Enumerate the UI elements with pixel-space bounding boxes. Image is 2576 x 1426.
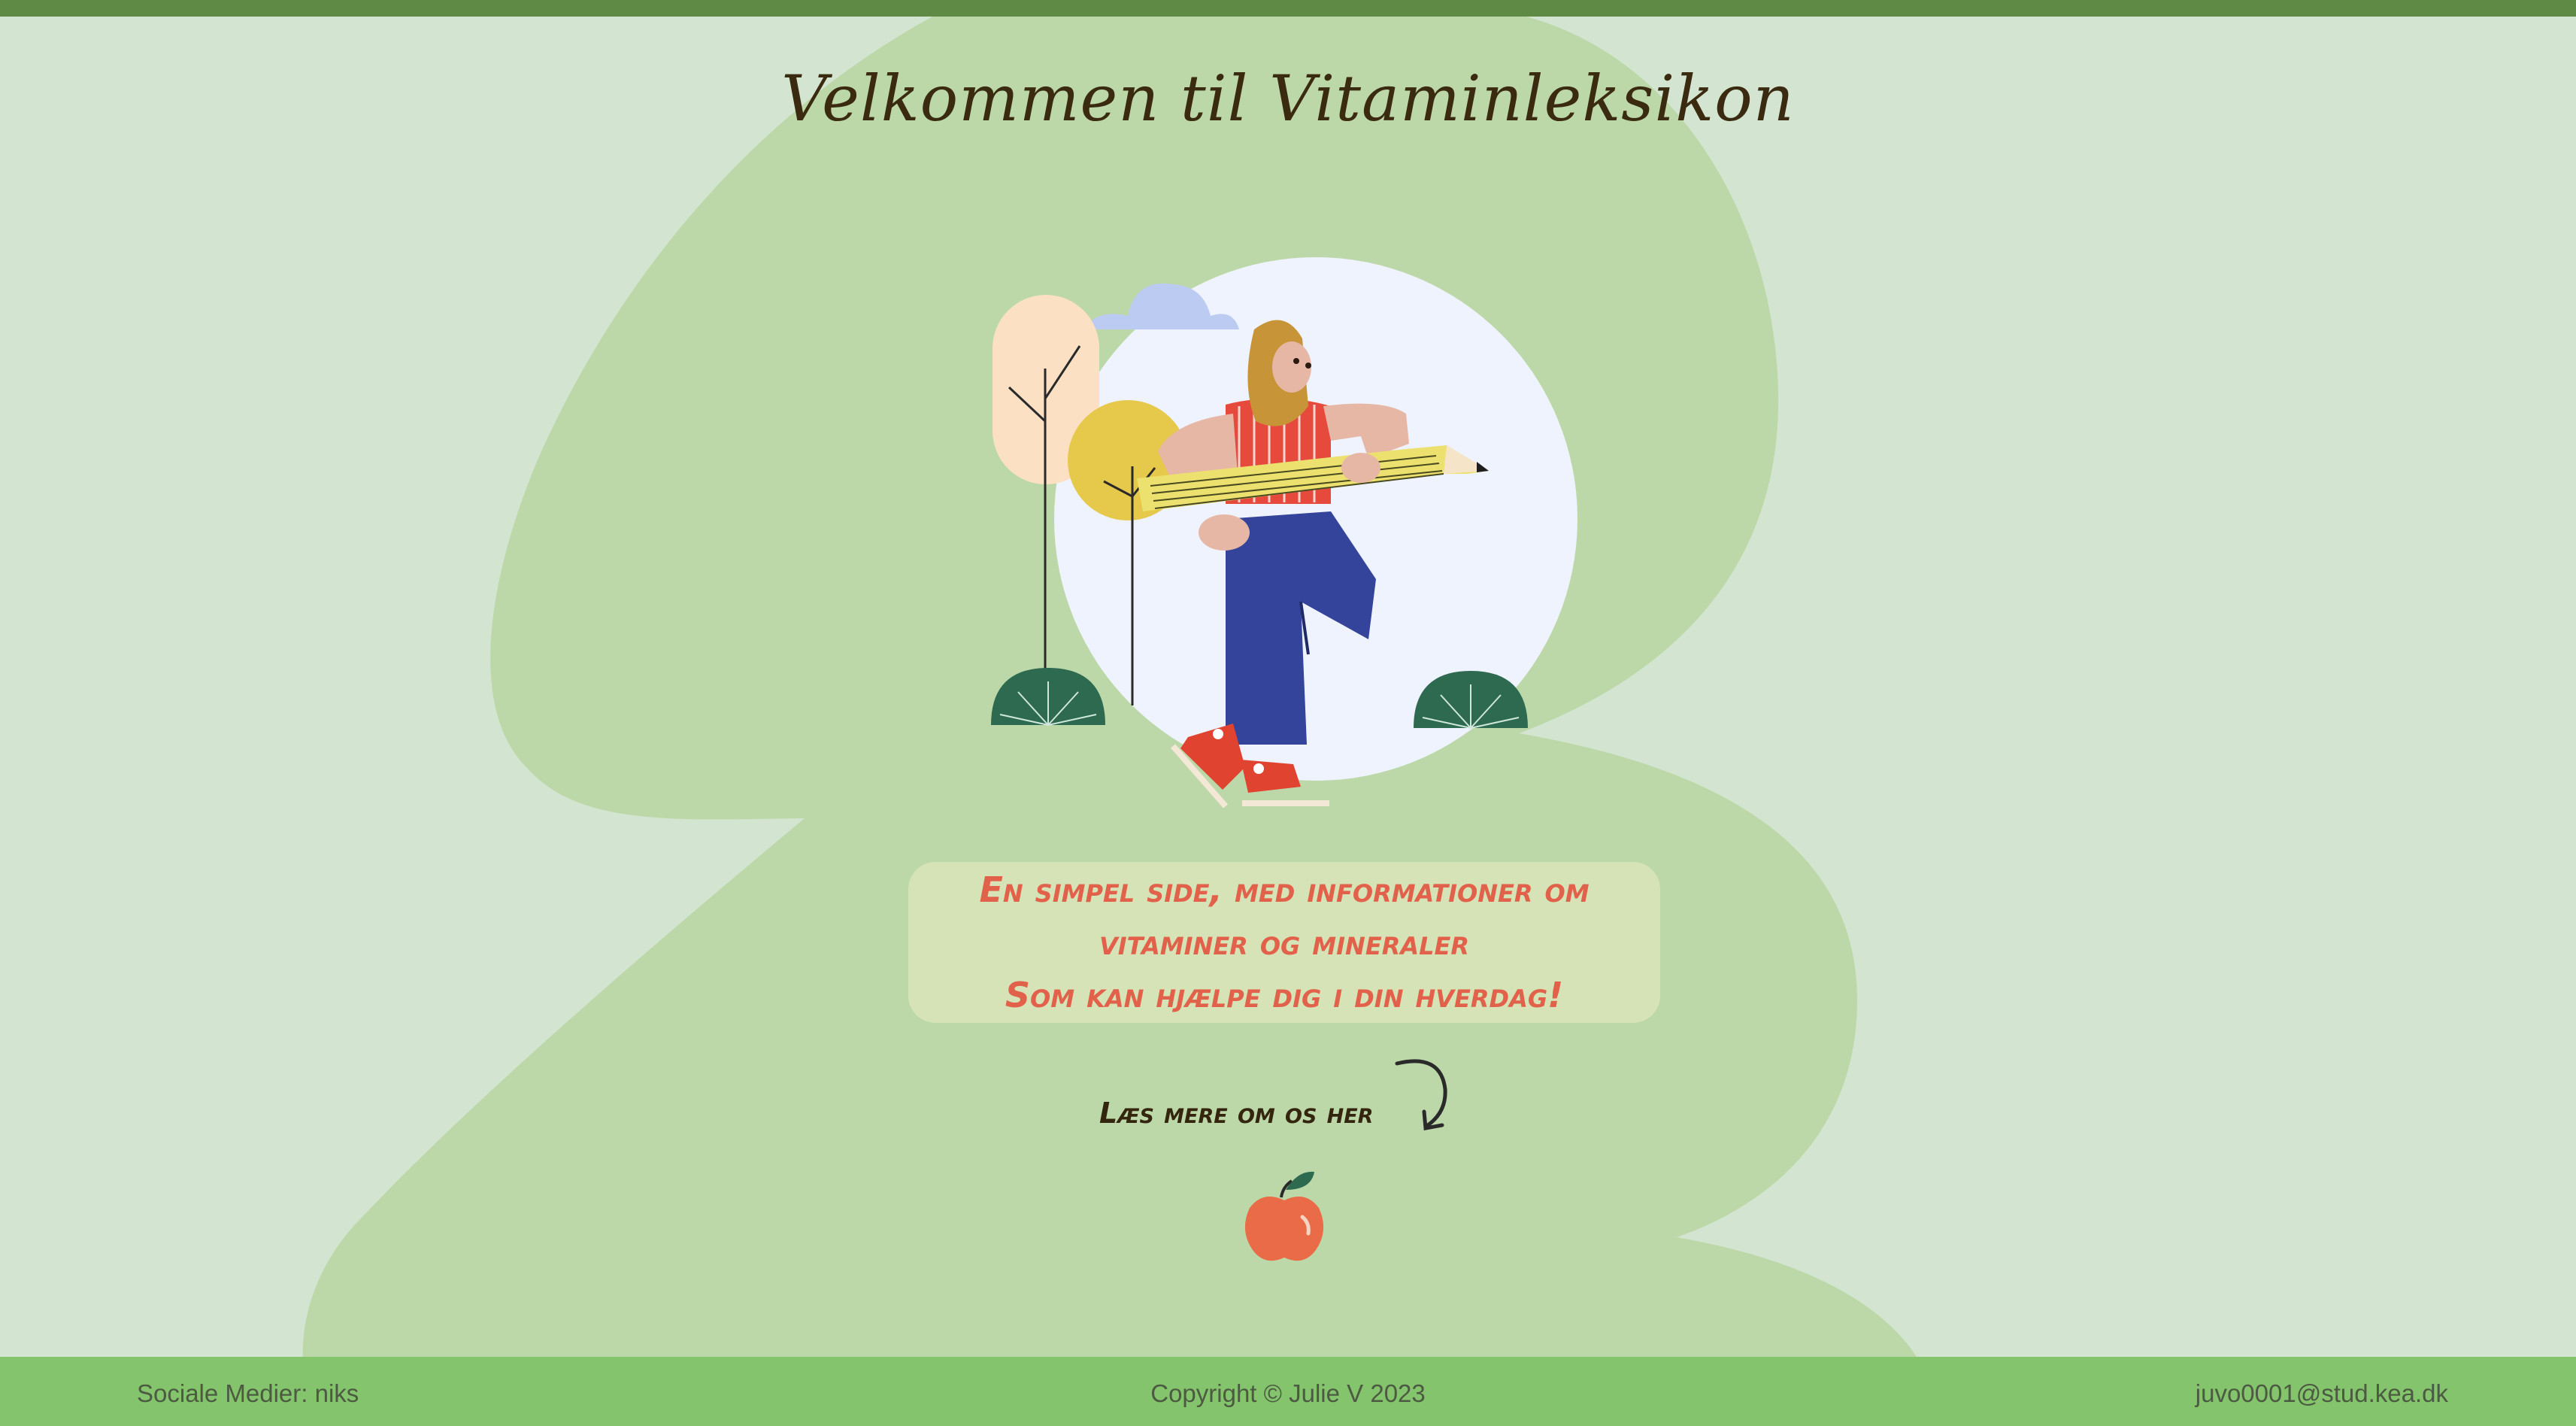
footer-social-media: Sociale Medier: niks: [137, 1379, 359, 1407]
info-line: vitaminer og mineraler: [1099, 922, 1469, 963]
apple-icon[interactable]: [1239, 1167, 1329, 1268]
info-line: Som kan hjælpe dig i din hverdag!: [1005, 975, 1564, 1015]
info-line: En simpel side, med informationer om: [979, 869, 1590, 910]
footer: Copyright © Julie V 2023 Sociale Medier:…: [0, 1357, 2576, 1426]
read-more-link[interactable]: Læs mere om os her: [1099, 1097, 1400, 1130]
page-title: Velkommen til Vitaminleksikon: [781, 62, 1795, 135]
woman-with-pencil-illustration: [991, 257, 1577, 809]
info-box: En simpel side, med informationer om vit…: [908, 862, 1660, 1023]
curved-arrow-icon: [1395, 1059, 1447, 1130]
footer-copyright: Copyright © Julie V 2023: [1150, 1379, 1426, 1407]
footer-email-link[interactable]: juvo0001@stud.kea.dk: [2196, 1379, 2448, 1408]
